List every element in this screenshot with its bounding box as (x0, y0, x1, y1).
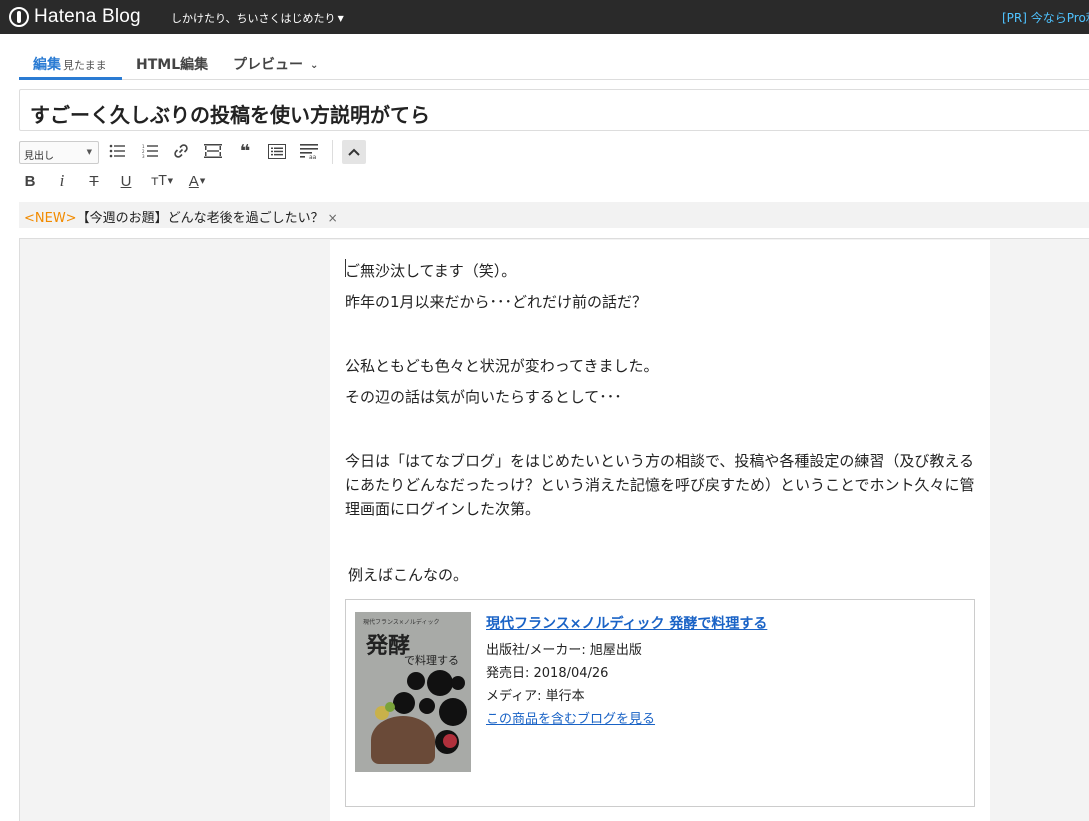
chevron-down-icon: ⌄ (310, 60, 319, 71)
related-blogs-link[interactable]: この商品を含むブログを見る (486, 708, 655, 727)
tab-wysiwyg-label: 編集 (33, 57, 61, 73)
body-paragraph: 昨年の1月以来だから･･･どれだけ前の話だ？ (345, 293, 648, 311)
more-separator-icon[interactable] (202, 140, 224, 162)
product-media: メディア: 単行本 (486, 689, 585, 704)
body-paragraph: 例えばこんなの。 (348, 566, 469, 584)
svg-text:aa: aa (309, 154, 317, 159)
cover-subtitle: で料理する (404, 654, 459, 667)
logo-text: Hatena Blog (34, 6, 141, 27)
footnote-icon[interactable]: aa (298, 140, 320, 162)
text-color-glyph: A (188, 172, 199, 190)
product-card: 現代フランス×ノルディック 発酵 で料理する 現代フランス×ノルディック 発酵で… (345, 599, 975, 807)
tab-wysiwyg[interactable]: 編集 見たまま (19, 44, 122, 80)
blog-name: しかけたり、ちいさくはじめたり (171, 12, 336, 25)
toolbar-divider (332, 140, 333, 164)
book-cover-image[interactable]: 現代フランス×ノルディック 発酵 で料理する (355, 612, 471, 772)
blog-switcher[interactable]: しかけたり、ちいさくはじめたり ▼ (171, 10, 344, 26)
link-icon[interactable] (170, 140, 192, 162)
product-title-link[interactable]: 現代フランス×ノルディック 発酵で料理する (486, 613, 767, 633)
body-paragraph: 公私ともども色々と状況が変わってきました。 (345, 357, 659, 375)
editor-mode-tabs: 編集 見たまま HTML編集 プレビュー ⌄ (19, 44, 1089, 80)
cover-plate (371, 716, 435, 764)
product-release-date: 発売日: 2018/04/26 (486, 666, 609, 681)
hatena-blog-logo[interactable]: Hatena Blog (9, 6, 141, 28)
hatena-logo-icon (9, 7, 29, 27)
ordered-list-icon[interactable]: 123 (139, 140, 161, 162)
cover-dot (451, 676, 465, 690)
cover-series: 現代フランス×ノルディック (363, 619, 440, 626)
blockquote-icon[interactable]: ❝ (234, 140, 256, 162)
collapse-toolbar-button[interactable] (342, 140, 366, 164)
underline-icon[interactable]: U (115, 170, 137, 192)
post-title: すごーく久しぶりの投稿を使い方説明がてら (30, 103, 430, 127)
cover-food (443, 734, 457, 748)
unordered-list-icon[interactable] (106, 140, 128, 162)
cover-dot (439, 698, 467, 726)
title-input[interactable]: すごーく久しぶりの投稿を使い方説明がてら (19, 89, 1089, 131)
tab-html-edit-label: HTML編集 (136, 57, 209, 73)
caret-down-icon: ▼ (167, 177, 173, 185)
notice-text: 【今週のお題】どんな老後を過ごしたい？ (76, 211, 324, 226)
tab-preview[interactable]: プレビュー ⌄ (233, 44, 318, 80)
new-badge: <NEW> (24, 211, 77, 226)
pr-link[interactable]: [PR] 今ならPro利 (1002, 9, 1089, 26)
tab-wysiwyg-sub: 見たまま (63, 59, 107, 72)
table-of-contents-icon[interactable] (266, 140, 288, 162)
close-icon[interactable]: × (328, 211, 338, 225)
format-select-value: 見出し (24, 151, 54, 162)
global-header: Hatena Blog しかけたり、ちいさくはじめたり ▼ [PR] 今ならPro… (0, 0, 1089, 34)
caret-down-icon: ▼ (337, 14, 344, 23)
font-size-icon[interactable]: тT ▼ (148, 170, 176, 192)
caret-down-icon: ▼ (86, 148, 92, 156)
strikethrough-icon[interactable]: T (83, 170, 105, 192)
cover-dot (427, 670, 453, 696)
body-paragraph: 今日は「はてなブログ」をはじめたいという方の相談で、投稿や各種設定の練習（及び教… (345, 452, 975, 518)
font-size-glyph: тT (151, 173, 167, 189)
caret-down-icon: ▼ (199, 177, 206, 185)
body-paragraph: その辺の話は気が向いたらするとして･･･ (345, 388, 622, 406)
cover-food (385, 702, 395, 712)
tab-html-edit[interactable]: HTML編集 (136, 44, 208, 80)
svg-text:3: 3 (142, 154, 145, 158)
cover-dot (393, 692, 415, 714)
cover-dot (419, 698, 435, 714)
text-color-icon[interactable]: A ▼ (183, 170, 211, 192)
weekly-topic-notice[interactable]: <NEW>【今週のお題】どんな老後を過ごしたい？ × (19, 202, 1089, 228)
body-paragraph: ご無沙汰してます（笑）。 (345, 262, 517, 280)
italic-icon[interactable]: i (51, 170, 73, 192)
cover-dot (407, 672, 425, 690)
tab-preview-label: プレビュー (233, 57, 303, 73)
format-select[interactable]: 見出し ▼ (19, 141, 99, 164)
product-publisher: 出版社/メーカー: 旭屋出版 (486, 643, 642, 658)
bold-icon[interactable]: B (19, 170, 41, 192)
